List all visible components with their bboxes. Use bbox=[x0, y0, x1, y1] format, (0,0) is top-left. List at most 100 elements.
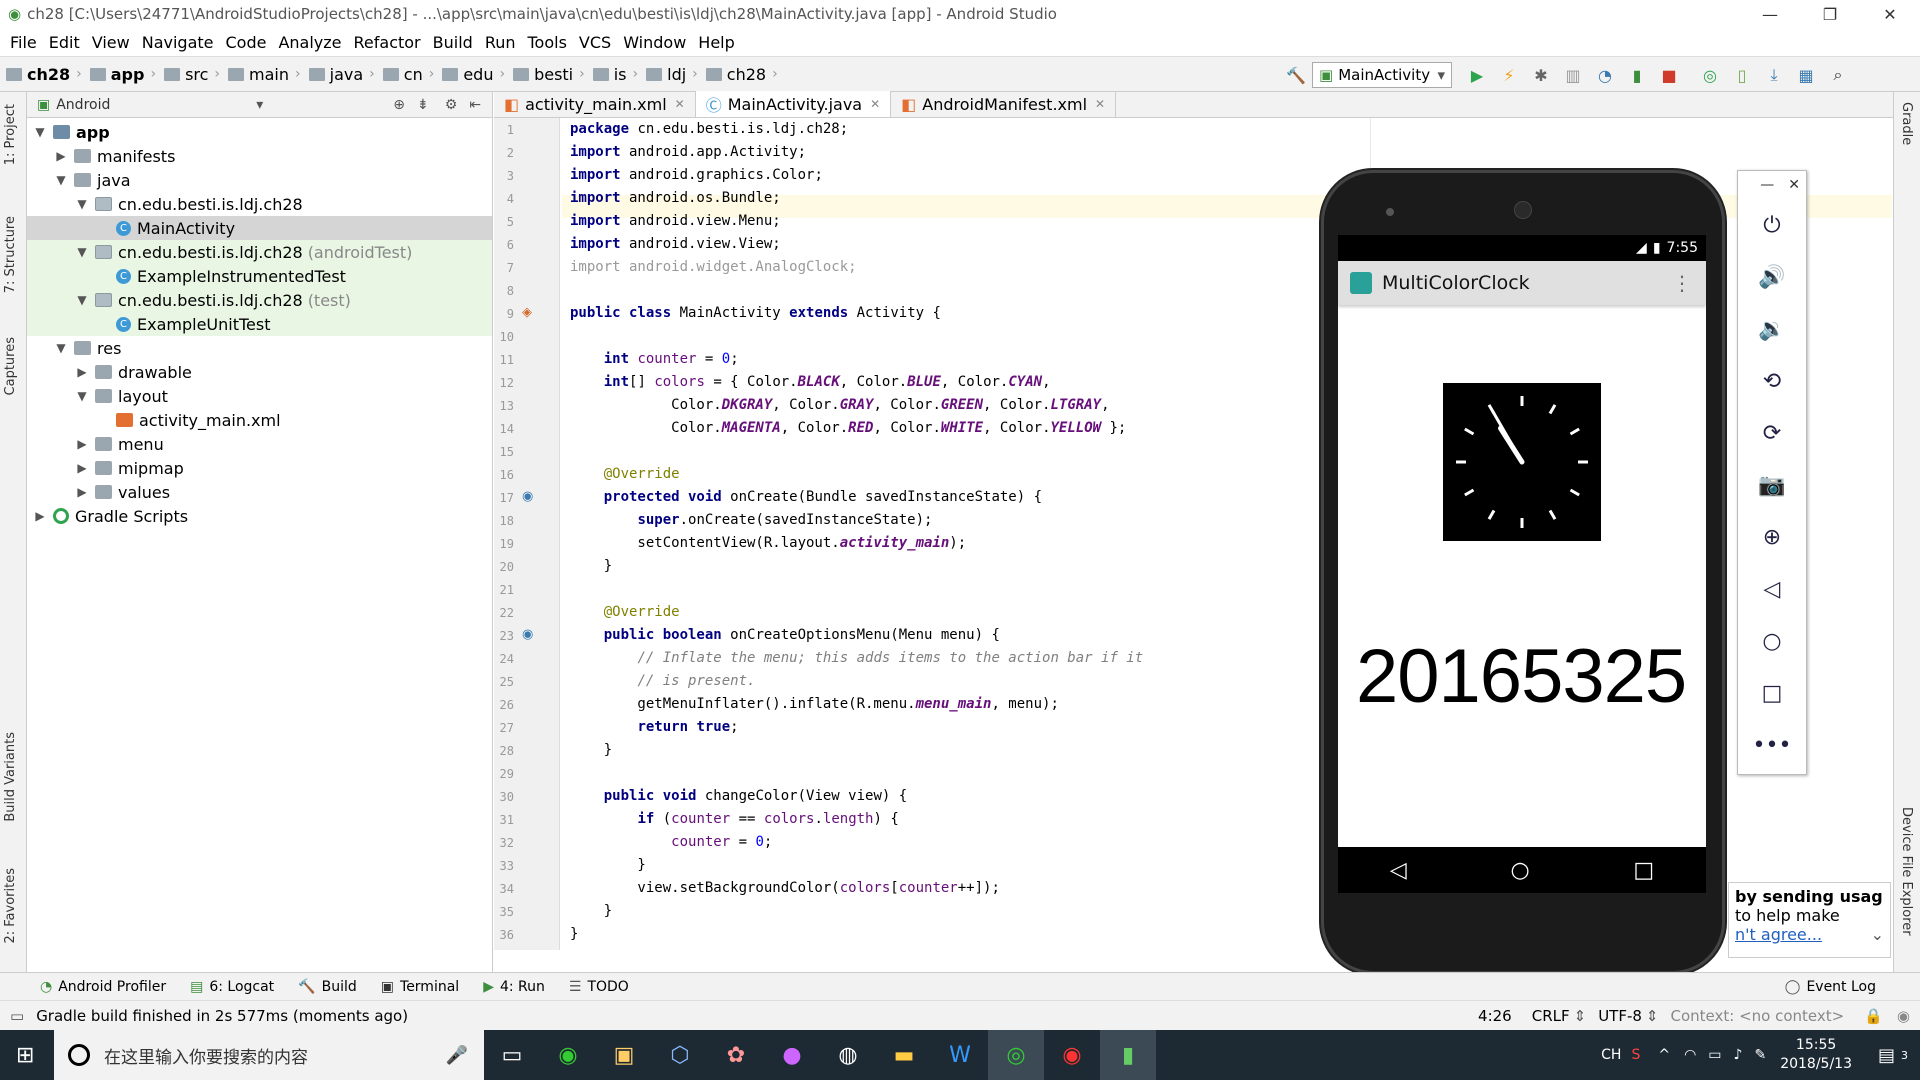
power-button[interactable]: ⏻ bbox=[1738, 199, 1806, 251]
locate-icon[interactable]: ⊕ bbox=[393, 97, 405, 113]
code-line[interactable]: protected void onCreate(Bundle savedInst… bbox=[570, 486, 1042, 509]
code-line[interactable]: int counter = 0; bbox=[570, 348, 739, 371]
tree-item[interactable]: ▼ res bbox=[27, 336, 492, 360]
tree-item[interactable]: ▶ manifests bbox=[27, 144, 492, 168]
microphone-icon[interactable]: 🎤 bbox=[446, 1045, 468, 1066]
line-separator[interactable]: CRLF bbox=[1532, 1007, 1570, 1025]
code-line[interactable]: view.setBackgroundColor(colors[counter++… bbox=[570, 877, 999, 900]
build-tab[interactable]: 🔨 Build bbox=[298, 979, 357, 995]
chevron-down-icon[interactable]: ▾ bbox=[256, 97, 263, 113]
close-tab-icon[interactable]: ✕ bbox=[870, 97, 880, 111]
tool-window-gradle[interactable]: Gradle bbox=[1899, 102, 1914, 145]
run-tab[interactable]: ▶ 4: Run bbox=[483, 979, 545, 995]
menu-file[interactable]: File bbox=[10, 33, 37, 52]
menu-refactor[interactable]: Refactor bbox=[354, 33, 421, 52]
code-line[interactable]: import android.view.View; bbox=[570, 233, 781, 256]
volume-up-button[interactable]: 🔊 bbox=[1738, 251, 1806, 303]
code-line[interactable]: import android.view.Menu; bbox=[570, 210, 781, 233]
chevron-right-icon[interactable]: ▶ bbox=[33, 509, 47, 523]
breadcrumb-item[interactable]: edu › bbox=[436, 65, 505, 84]
code-line[interactable]: } bbox=[570, 739, 612, 762]
analog-clock[interactable] bbox=[1443, 383, 1601, 541]
breadcrumb-item[interactable]: app › bbox=[84, 65, 156, 84]
rotate-left-button[interactable]: ⟲ bbox=[1738, 355, 1806, 407]
tool-window-favorites[interactable]: 2: Favorites bbox=[3, 868, 18, 944]
chevron-down-icon[interactable]: ▼ bbox=[75, 389, 89, 403]
code-line[interactable]: super.onCreate(savedInstanceState); bbox=[570, 509, 932, 532]
code-line[interactable]: counter = 0; bbox=[570, 831, 772, 854]
code-line[interactable]: if (counter == colors.length) { bbox=[570, 808, 898, 831]
emulator-taskbar-icon[interactable]: ▮ bbox=[1100, 1030, 1156, 1080]
code-line[interactable]: // Inflate the menu; this adds items to … bbox=[570, 647, 1143, 670]
code-line[interactable]: Color.MAGENTA, Color.RED, Color.WHITE, C… bbox=[570, 417, 1126, 440]
override-marker-icon[interactable]: ◉ bbox=[522, 627, 533, 642]
more-button[interactable]: ••• bbox=[1738, 719, 1806, 771]
profile-icon[interactable]: ◔ bbox=[1594, 64, 1616, 86]
coverage-icon[interactable]: ▥ bbox=[1562, 64, 1584, 86]
breadcrumb-item[interactable]: ch28 › bbox=[700, 65, 778, 84]
class-marker-icon[interactable]: ◈ bbox=[522, 305, 532, 320]
zoom-button[interactable]: ⊕ bbox=[1738, 511, 1806, 563]
chevron-down-icon[interactable]: ⌄ bbox=[1871, 925, 1884, 944]
notification-link[interactable]: n't agree... bbox=[1735, 925, 1822, 944]
todo-tab[interactable]: ☰ TODO bbox=[569, 979, 629, 995]
tool-window-build-variants[interactable]: Build Variants bbox=[3, 732, 18, 822]
chevron-down-icon[interactable]: ▼ bbox=[75, 293, 89, 307]
stop-icon[interactable]: ■ bbox=[1658, 64, 1680, 86]
tool-window-structure[interactable]: 7: Structure bbox=[3, 216, 18, 293]
chevron-right-icon[interactable]: ▶ bbox=[75, 485, 89, 499]
code-line[interactable]: public void changeColor(View view) { bbox=[570, 785, 907, 808]
overflow-menu-icon[interactable]: ⋮ bbox=[1672, 271, 1692, 295]
chevron-down-icon[interactable]: ▼ bbox=[75, 197, 89, 211]
tree-item[interactable]: ▼ java bbox=[27, 168, 492, 192]
project-structure-icon[interactable]: ▦ bbox=[1795, 64, 1817, 86]
breadcrumb-item[interactable]: java › bbox=[303, 65, 375, 84]
taskbar-search-box[interactable]: 在这里输入你要搜索的内容 🎤 bbox=[54, 1030, 484, 1080]
avd-manager-icon[interactable]: ▯ bbox=[1731, 64, 1753, 86]
menu-view[interactable]: View bbox=[92, 33, 130, 52]
search-icon[interactable]: ⌕ bbox=[1827, 64, 1849, 86]
chevron-down-icon[interactable]: ▼ bbox=[75, 245, 89, 259]
tree-item[interactable]: ▼ app bbox=[27, 120, 492, 144]
editor-tab[interactable]: ◧ activity_main.xml ✕ bbox=[494, 91, 696, 117]
chevron-right-icon[interactable]: ▶ bbox=[54, 149, 68, 163]
tree-item[interactable]: C ExampleUnitTest bbox=[27, 312, 492, 336]
tree-item[interactable]: C MainActivity bbox=[27, 216, 492, 240]
tree-item[interactable]: ▶ values bbox=[27, 480, 492, 504]
chevron-down-icon[interactable]: ▼ bbox=[54, 341, 68, 355]
paint-icon[interactable]: ✿ bbox=[708, 1030, 764, 1080]
attach-debugger-icon[interactable]: ▮ bbox=[1626, 64, 1648, 86]
tree-item[interactable]: ▶ menu bbox=[27, 432, 492, 456]
code-line[interactable]: package cn.edu.besti.is.ldj.ch28; bbox=[570, 118, 848, 141]
file-explorer-icon[interactable]: ▬ bbox=[876, 1030, 932, 1080]
project-view-select[interactable]: Android bbox=[56, 97, 256, 113]
task-view-icon[interactable]: ▭ bbox=[484, 1030, 540, 1080]
balloon-icon[interactable]: ● bbox=[764, 1030, 820, 1080]
windows-start-icon[interactable]: ⊞ bbox=[16, 1043, 34, 1068]
netease-music-icon[interactable]: ◉ bbox=[1044, 1030, 1100, 1080]
code-line[interactable]: } bbox=[570, 923, 578, 946]
status-panel-icon[interactable]: ▭ bbox=[10, 1007, 24, 1025]
tree-item[interactable]: ▶ mipmap bbox=[27, 456, 492, 480]
breadcrumb-item[interactable]: cn › bbox=[377, 65, 434, 84]
run-configuration-select[interactable]: ▣ MainActivity ▾ bbox=[1312, 62, 1452, 88]
clock-tray[interactable]: 15:55 2018/5/13 bbox=[1780, 1036, 1852, 1074]
minimize-button[interactable]: — bbox=[1740, 0, 1800, 28]
code-line[interactable]: setContentView(R.layout.activity_main); bbox=[570, 532, 966, 555]
tool-window-device-file-explorer[interactable]: Device File Explorer bbox=[1899, 807, 1914, 936]
debug-icon[interactable]: ✱ bbox=[1530, 64, 1552, 86]
nav-back-icon[interactable]: ◁ bbox=[1390, 858, 1407, 883]
android-profiler-tab[interactable]: ◔ Android Profiler bbox=[40, 979, 166, 995]
app-green-icon[interactable]: ◉ bbox=[540, 1030, 596, 1080]
tree-item[interactable]: ▶ drawable bbox=[27, 360, 492, 384]
inspector-icon[interactable]: ◉ bbox=[1897, 1007, 1910, 1025]
caret-position[interactable]: 4:26 bbox=[1478, 1007, 1512, 1025]
close-button[interactable]: ✕ bbox=[1860, 0, 1920, 28]
code-line[interactable]: @Override bbox=[570, 601, 680, 624]
code-line[interactable]: } bbox=[570, 555, 612, 578]
sogou-icon[interactable]: S bbox=[1631, 1047, 1640, 1063]
chevron-down-icon[interactable]: ▼ bbox=[54, 173, 68, 187]
pen-icon[interactable]: ✎ bbox=[1754, 1047, 1766, 1063]
menu-help[interactable]: Help bbox=[698, 33, 734, 52]
close-icon[interactable]: ✕ bbox=[1788, 177, 1800, 193]
